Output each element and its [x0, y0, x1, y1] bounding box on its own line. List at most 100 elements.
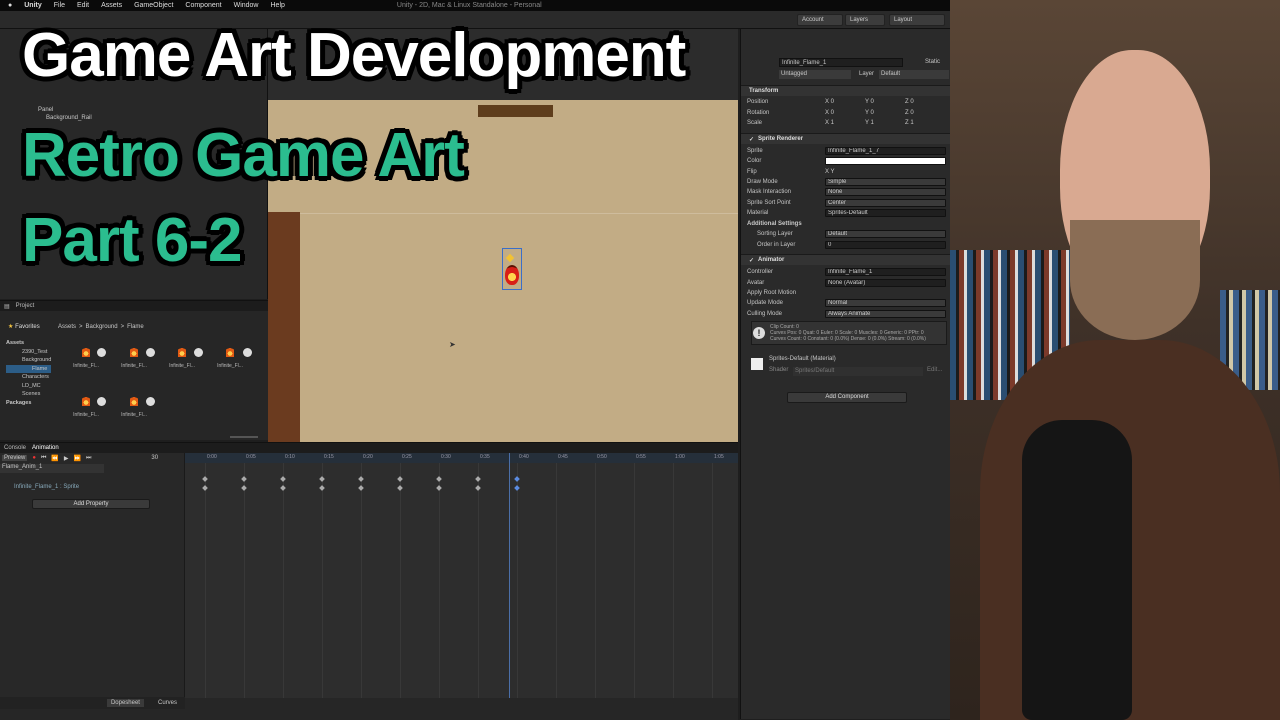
flame-icon: [130, 347, 138, 357]
flame-sprite[interactable]: [505, 265, 519, 285]
asset-flame-1[interactable]: Infinite_Fl...: [68, 341, 104, 381]
keyframe[interactable]: [514, 476, 520, 482]
animator-info-box: Clip Count: 0 Curves Pos: 0 Quat: 0 Eule…: [751, 321, 947, 345]
breadcrumb-background[interactable]: Background: [86, 324, 118, 330]
prev-key-icon[interactable]: ⏪: [51, 455, 58, 462]
transform-header[interactable]: Transform: [741, 85, 950, 96]
keyframe[interactable]: [202, 476, 208, 482]
keyframe[interactable]: [319, 485, 325, 491]
preview-toggle[interactable]: Preview: [2, 455, 28, 461]
material-name[interactable]: Sprites-Default (Material): [769, 356, 836, 362]
layers-dropdown[interactable]: Layers: [845, 14, 885, 26]
timeline-ruler[interactable]: 0:00 0:05 0:10 0:15 0:20 0:25 0:30 0:35 0:40 0:45…: [185, 453, 738, 463]
last-key-icon[interactable]: ⏭: [86, 455, 91, 462]
playhead[interactable]: [509, 453, 510, 698]
keyframe[interactable]: [358, 476, 364, 482]
sprite-sort-point-row: Sprite Sort Point Center: [747, 198, 946, 208]
checkbox-icon[interactable]: ✓: [749, 136, 754, 143]
next-key-icon[interactable]: ⏩: [73, 455, 80, 462]
keyframe[interactable]: [514, 485, 520, 491]
clip-dropdown[interactable]: Flame_Anim_1: [0, 464, 104, 473]
tree-item-ld-mc[interactable]: LD_MC: [6, 382, 51, 391]
tag-dropdown[interactable]: Untagged: [779, 70, 851, 79]
asset-flame-6[interactable]: Infinite_Fl...: [116, 390, 152, 430]
add-property-button[interactable]: Add Property: [32, 499, 150, 509]
play-icon[interactable]: [194, 348, 203, 357]
object-name-field[interactable]: Infinite_Flame_1: [779, 58, 903, 67]
apple-icon[interactable]: ●: [8, 2, 12, 9]
menu-window[interactable]: Window: [234, 2, 259, 9]
play-icon[interactable]: [243, 348, 252, 357]
play-icon[interactable]: [97, 397, 106, 406]
account-dropdown[interactable]: Account: [797, 14, 843, 26]
static-toggle[interactable]: Static: [925, 59, 940, 65]
breadcrumb-flame[interactable]: Flame: [127, 324, 144, 330]
timeline-tick-label: 0:25: [402, 454, 412, 460]
keyframe[interactable]: [475, 476, 481, 482]
asset-flame-2[interactable]: Infinite_Fl...: [116, 341, 152, 381]
breadcrumb-assets[interactable]: Assets: [58, 324, 76, 330]
menu-file[interactable]: File: [54, 2, 65, 9]
animation-timeline[interactable]: 0:00 0:05 0:10 0:15 0:20 0:25 0:30 0:35 0:40 0:45…: [185, 453, 738, 698]
tab-curves[interactable]: Curves: [158, 700, 177, 706]
first-key-icon[interactable]: ⏮: [41, 455, 46, 462]
shader-dropdown[interactable]: Sprites/Default: [793, 367, 923, 376]
keyframe[interactable]: [436, 476, 442, 482]
keyframe[interactable]: [241, 485, 247, 491]
add-component-button[interactable]: Add Component: [787, 392, 907, 403]
tree-item-packages[interactable]: Packages: [6, 399, 51, 408]
menu-unity[interactable]: Unity: [24, 2, 42, 9]
property-row[interactable]: Infinite_Flame_1 : Sprite: [14, 484, 79, 490]
tree-item-flame[interactable]: Flame: [6, 364, 52, 373]
tab-animation[interactable]: Animation: [32, 445, 59, 451]
sprite-renderer-header[interactable]: ✓ Sprite Renderer: [741, 133, 950, 144]
play-icon[interactable]: ▶: [64, 455, 69, 462]
animator-header[interactable]: ✓ Animator: [741, 254, 950, 265]
tree-item-2390-test[interactable]: 2390_Test: [6, 348, 51, 357]
menu-gameobject[interactable]: GameObject: [134, 2, 173, 9]
layout-dropdown[interactable]: Layout: [889, 14, 945, 26]
play-icon[interactable]: [146, 348, 155, 357]
keyframe[interactable]: [358, 485, 364, 491]
keyframe[interactable]: [280, 476, 286, 482]
tree-item-assets[interactable]: Assets: [6, 339, 51, 348]
asset-flame-4[interactable]: Infinite_Fl...: [212, 341, 248, 381]
record-icon[interactable]: ●: [32, 455, 36, 461]
color-swatch[interactable]: [825, 157, 946, 165]
tree-item-background[interactable]: Background: [6, 356, 51, 365]
tab-console[interactable]: Console: [4, 445, 26, 451]
tree-item-characters[interactable]: Characters: [6, 373, 51, 382]
keyframe[interactable]: [436, 485, 442, 491]
additional-settings-foldout[interactable]: Additional Settings: [747, 219, 946, 229]
play-icon[interactable]: [97, 348, 106, 357]
menu-help[interactable]: Help: [271, 2, 285, 9]
keyframe[interactable]: [397, 485, 403, 491]
keyframe[interactable]: [397, 476, 403, 482]
timeline-tick-label: 0:35: [480, 454, 490, 460]
tab-project[interactable]: Project: [16, 303, 35, 309]
layer-dropdown[interactable]: Default: [879, 70, 949, 79]
keyframe[interactable]: [202, 485, 208, 491]
play-icon[interactable]: [146, 397, 155, 406]
hierarchy-item-panel[interactable]: Panel: [38, 107, 53, 113]
tree-item-scenes[interactable]: Scenes: [6, 390, 51, 399]
asset-flame-3[interactable]: Infinite_Fl...: [164, 341, 200, 381]
menu-edit[interactable]: Edit: [77, 2, 89, 9]
keyframe[interactable]: [475, 485, 481, 491]
flip-row: Flip X Y: [747, 169, 835, 175]
menu-component[interactable]: Component: [185, 2, 221, 9]
keyframe[interactable]: [319, 476, 325, 482]
shader-edit-button[interactable]: Edit...: [927, 367, 942, 373]
keyframe[interactable]: [280, 485, 286, 491]
tab-dopesheet[interactable]: Dopesheet: [106, 699, 144, 707]
checkbox-icon[interactable]: ✓: [749, 257, 754, 264]
zoom-slider[interactable]: [230, 436, 258, 438]
menu-assets[interactable]: Assets: [101, 2, 122, 9]
keyframe[interactable]: [241, 476, 247, 482]
favorites-label[interactable]: Favorites: [15, 324, 40, 330]
culling-mode-row: Culling Mode Always Animate: [747, 309, 946, 319]
timeline-tick-label: 0:55: [636, 454, 646, 460]
frame-field[interactable]: 30: [151, 455, 158, 461]
scene-wall-top: [478, 105, 553, 117]
asset-flame-5[interactable]: Infinite_Fl...: [68, 390, 104, 430]
